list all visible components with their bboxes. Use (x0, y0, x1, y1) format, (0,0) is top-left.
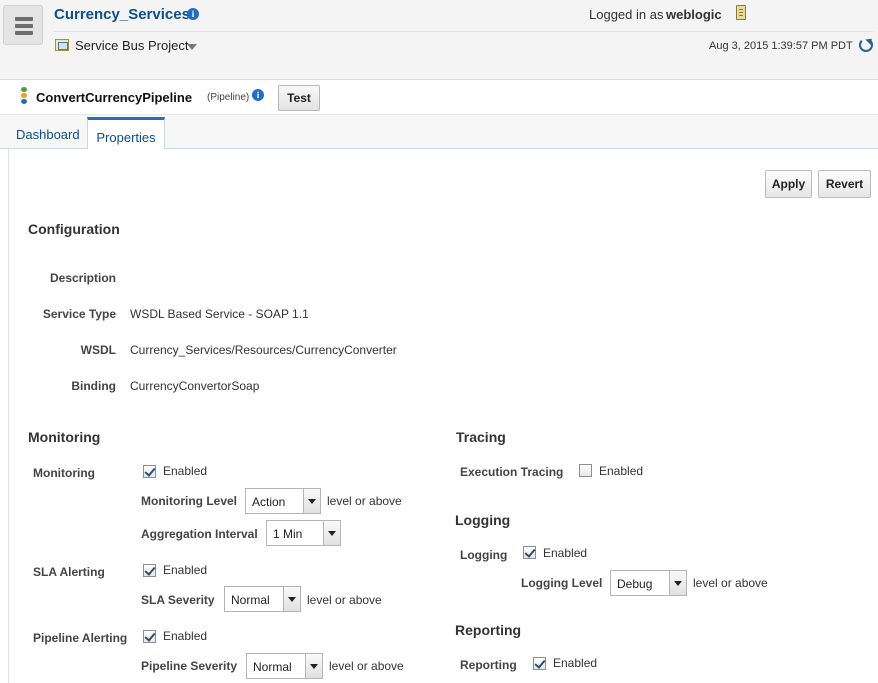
pipeline-type: (Pipeline) (207, 92, 250, 103)
info-icon[interactable]: i (252, 89, 264, 101)
binding-label: Binding (71, 379, 116, 393)
dropdown-arrow-icon[interactable] (305, 654, 322, 678)
dropdown-arrow-icon[interactable] (283, 587, 300, 611)
pipeline-severity-select[interactable]: Normal (246, 653, 323, 679)
wsdl-label: WSDL (80, 343, 116, 357)
configuration-heading: Configuration (28, 221, 120, 237)
dropdown-arrow-icon[interactable] (323, 521, 340, 545)
service-type-value: WSDL Based Service - SOAP 1.1 (130, 307, 309, 321)
navigator-menu-icon[interactable] (3, 5, 43, 45)
monitoring-heading: Monitoring (28, 429, 101, 445)
aggregation-interval-select[interactable]: 1 Min (266, 520, 341, 546)
session-icon[interactable] (736, 5, 746, 20)
pipeline-name: ConvertCurrencyPipeline (36, 90, 193, 105)
logging-enabled-checkbox[interactable] (523, 546, 536, 559)
timestamp: Aug 3, 2015 1:39:57 PM PDT (709, 40, 853, 52)
wsdl-value: Currency_Services/Resources/CurrencyConv… (130, 343, 397, 357)
pipeline-alerting-enabled-label: Enabled (163, 629, 208, 643)
reporting-enabled-label: Enabled (553, 656, 598, 670)
project-menu-label[interactable]: Service Bus Project (75, 38, 188, 53)
dropdown-arrow-icon[interactable] (669, 571, 686, 595)
logging-label: Logging (460, 548, 508, 562)
logged-in-label: Logged in as (589, 7, 664, 22)
chevron-down-icon[interactable] (187, 44, 197, 50)
logged-in-user[interactable]: weblogic (666, 7, 722, 22)
logging-level-suffix: level or above (693, 576, 768, 590)
refresh-icon[interactable] (859, 38, 873, 52)
apply-button[interactable]: Apply (765, 170, 812, 198)
pipeline-alerting-label: Pipeline Alerting (33, 631, 128, 645)
execution-tracing-label: Execution Tracing (460, 465, 564, 479)
logging-level-label: Logging Level (521, 576, 603, 590)
properties-panel (8, 149, 878, 683)
monitoring-level-suffix: level or above (327, 494, 402, 508)
logging-level-select[interactable]: Debug (610, 570, 687, 596)
reporting-enabled-checkbox[interactable] (533, 657, 546, 670)
tab-dashboard[interactable]: Dashboard (16, 127, 80, 142)
sla-alerting-label: SLA Alerting (33, 565, 105, 579)
logging-heading: Logging (455, 512, 511, 528)
info-icon[interactable]: i (187, 8, 199, 20)
app-title[interactable]: Currency_Services (54, 6, 190, 23)
sla-alerting-enabled-label: Enabled (163, 563, 208, 577)
aggregation-interval-value: 1 Min (273, 527, 303, 541)
logging-level-value: Debug (617, 577, 653, 591)
reporting-label: Reporting (460, 658, 517, 672)
revert-button[interactable]: Revert (818, 170, 871, 198)
tab-properties[interactable]: Properties (87, 117, 165, 151)
monitoring-enabled-label: Enabled (163, 464, 208, 478)
monitoring-label: Monitoring (33, 466, 95, 480)
execution-tracing-enabled-label: Enabled (599, 464, 644, 478)
binding-value: CurrencyConvertorSoap (130, 379, 260, 393)
tracing-heading: Tracing (456, 429, 506, 445)
execution-tracing-checkbox[interactable] (579, 464, 592, 477)
description-label: Description (49, 271, 116, 285)
project-icon (55, 39, 69, 51)
sla-alerting-enabled-checkbox[interactable] (143, 564, 156, 577)
pipeline-severity-label: Pipeline Severity (141, 659, 238, 673)
logging-enabled-label: Enabled (543, 546, 588, 560)
monitoring-level-select[interactable]: Action (245, 488, 321, 514)
sla-severity-select[interactable]: Normal (224, 586, 301, 612)
header-divider (54, 31, 874, 32)
reporting-heading: Reporting (455, 622, 522, 638)
service-type-label: Service Type (42, 307, 116, 321)
sla-severity-value: Normal (231, 593, 270, 607)
monitoring-level-label: Monitoring Level (141, 494, 237, 508)
test-button[interactable]: Test (278, 85, 320, 111)
pipeline-severity-value: Normal (253, 660, 292, 674)
aggregation-interval-label: Aggregation Interval (141, 527, 258, 541)
pipeline-severity-suffix: level or above (329, 659, 404, 673)
monitoring-level-value: Action (252, 495, 286, 509)
dropdown-arrow-icon[interactable] (303, 489, 320, 513)
monitoring-enabled-checkbox[interactable] (143, 465, 156, 478)
pipeline-icon (21, 87, 27, 104)
sla-severity-label: SLA Severity (141, 593, 215, 607)
pipeline-alerting-enabled-checkbox[interactable] (143, 630, 156, 643)
sla-severity-suffix: level or above (307, 593, 382, 607)
tab-bar: Dashboard Properties (0, 114, 878, 151)
